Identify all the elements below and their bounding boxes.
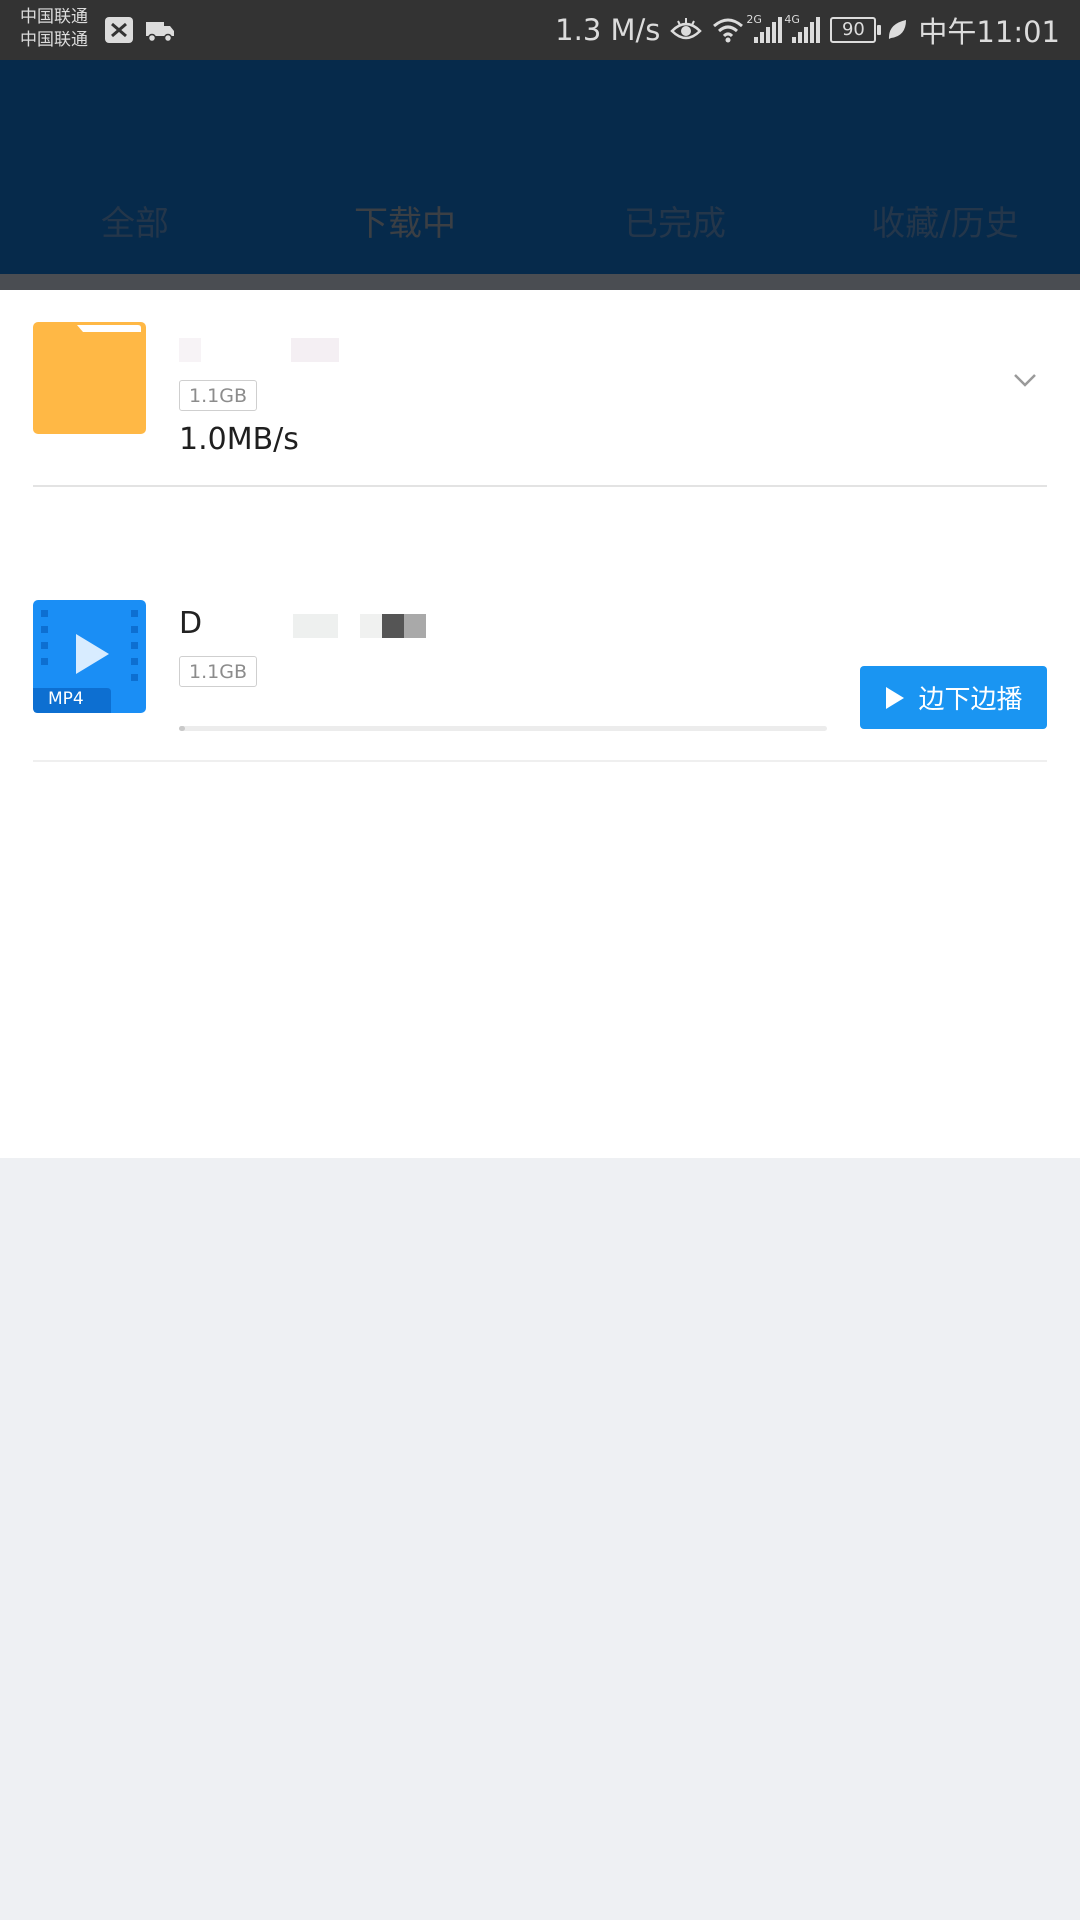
blurred-filename [404, 614, 426, 638]
wifi-icon [713, 18, 744, 43]
blurred-filename [293, 614, 338, 638]
mp4-format-label: MP4 [48, 689, 84, 709]
video-filename: D [179, 606, 203, 641]
battery-icon: 90 [830, 17, 882, 43]
play-icon [886, 686, 905, 709]
blurred-filename [291, 338, 339, 362]
download-item-folder[interactable]: 1.1GB 1.0MB/s [33, 290, 1047, 487]
tab-favorites-history[interactable]: 收藏/历史 [810, 174, 1080, 274]
download-list: 1.1GB 1.0MB/s MP4 D 1.1GB 边下边播 [0, 290, 1080, 1158]
blurred-filename [179, 338, 201, 362]
file-size-badge: 1.1GB [179, 380, 257, 411]
status-right: 1.3 M/s 2G 4G 90 中午11:01 [555, 10, 1060, 50]
file-size-badge: 1.1GB [179, 656, 257, 687]
leaf-icon [889, 20, 907, 39]
app-header: 全部 下载中 已完成 收藏/历史 [0, 60, 1080, 274]
header-divider [0, 274, 1080, 290]
blurred-filename [360, 614, 382, 638]
network-speed: 1.3 M/s [555, 13, 661, 47]
play-while-downloading-button[interactable]: 边下边播 [860, 666, 1047, 729]
chevron-down-icon[interactable] [1011, 366, 1039, 394]
download-speed: 1.0MB/s [179, 422, 299, 457]
tab-bar: 全部 下载中 已完成 收藏/历史 [0, 174, 1080, 274]
status-bar: 中国联通 中国联通 1.3 M/s 2G 4G 90 中午11:01 [0, 0, 1080, 60]
signal-strength-1-icon: 2G [746, 13, 783, 43]
app-notification-icon [105, 17, 133, 43]
delivery-truck-icon [146, 22, 174, 43]
download-item-video[interactable]: MP4 D 1.1GB 边下边播 [33, 600, 1047, 762]
empty-area [0, 1158, 1080, 1920]
download-progress-bar [179, 726, 827, 731]
blurred-filename [382, 614, 404, 638]
folder-icon [33, 322, 146, 434]
carrier-info: 中国联通 中国联通 [20, 6, 88, 52]
play-button-label: 边下边播 [918, 685, 1023, 715]
carrier-1: 中国联通 [20, 7, 88, 27]
notification-icons [104, 16, 176, 44]
signal-strength-2-icon: 4G [784, 13, 821, 43]
tab-downloading[interactable]: 下载中 [270, 174, 540, 274]
download-progress-fill [179, 726, 186, 731]
tab-all[interactable]: 全部 [0, 174, 270, 274]
clock: 中午11:01 [918, 15, 1060, 49]
eye-care-icon [670, 18, 703, 40]
tab-completed[interactable]: 已完成 [540, 174, 810, 274]
carrier-2: 中国联通 [20, 30, 88, 50]
